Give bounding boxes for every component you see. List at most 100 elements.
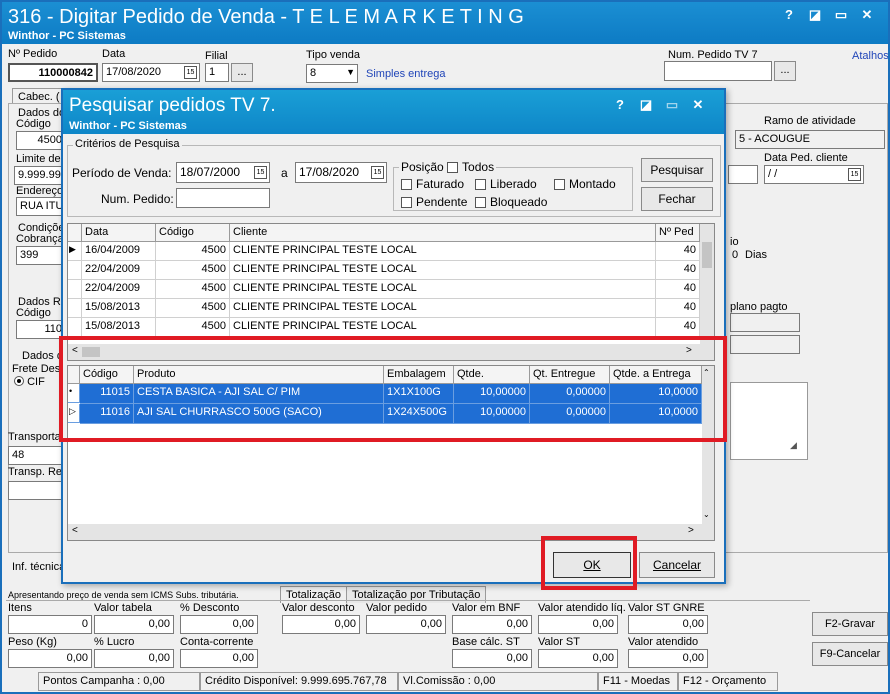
orders-cell[interactable]: 4500 bbox=[156, 299, 230, 318]
orders-cell[interactable]: 22/04/2009 bbox=[82, 261, 156, 280]
total-field[interactable]: 0,00 bbox=[180, 649, 258, 668]
montado-checkbox[interactable] bbox=[554, 179, 565, 190]
total-field[interactable]: 0,00 bbox=[628, 649, 708, 668]
cif-radio[interactable]: CIF bbox=[14, 376, 45, 388]
total-field[interactable]: 0,00 bbox=[452, 615, 532, 634]
help-button[interactable]: ? bbox=[778, 6, 800, 24]
scroll-down-icon[interactable]: ⌄ bbox=[703, 510, 710, 519]
bloqueado-check[interactable]: Bloqueado bbox=[475, 195, 547, 209]
orders-cell[interactable]: 4500 bbox=[156, 318, 230, 337]
dialog-maximize-button[interactable]: ▭ bbox=[661, 96, 683, 114]
posicao-text: Posição bbox=[401, 160, 444, 174]
liberado-check[interactable]: Liberado bbox=[475, 177, 537, 191]
calendar-icon[interactable]: 15 bbox=[254, 166, 267, 179]
todos-checkbox[interactable] bbox=[447, 162, 459, 173]
maximize-button[interactable]: ▭ bbox=[830, 6, 852, 24]
chevron-down-icon[interactable]: ▼ bbox=[346, 67, 355, 77]
total-field[interactable]: 0,00 bbox=[282, 615, 360, 634]
total-field[interactable]: 0,00 bbox=[628, 615, 708, 634]
tab-cabec[interactable]: Cabec. ( bbox=[12, 88, 66, 104]
tv7-search-button[interactable]: ... bbox=[774, 61, 796, 81]
scroll-thumb[interactable] bbox=[702, 242, 712, 268]
orders-cell[interactable]: 40 bbox=[656, 299, 700, 318]
scroll-right-icon[interactable]: > bbox=[688, 525, 694, 536]
pendente-checkbox[interactable] bbox=[401, 197, 412, 208]
filial-field[interactable]: 1 bbox=[205, 63, 229, 82]
orders-col-header[interactable]: Nº Ped bbox=[656, 224, 700, 242]
orders-cell[interactable]: 40 bbox=[656, 280, 700, 299]
orders-cell[interactable]: CLIENTE PRINCIPAL TESTE LOCAL bbox=[230, 299, 656, 318]
calendar-icon[interactable]: 15 bbox=[184, 66, 197, 79]
endereco-field[interactable]: RUA ITUM bbox=[16, 197, 66, 216]
total-field[interactable]: 0,00 bbox=[180, 615, 258, 634]
bloqueado-checkbox[interactable] bbox=[475, 197, 486, 208]
periodo-de-field[interactable]: 18/07/2000 15 bbox=[176, 162, 270, 183]
total-field[interactable]: 0,00 bbox=[8, 649, 92, 668]
orders-cell[interactable]: CLIENTE PRINCIPAL TESTE LOCAL bbox=[230, 242, 656, 261]
orders-cell[interactable]: CLIENTE PRINCIPAL TESTE LOCAL bbox=[230, 280, 656, 299]
fechar-button[interactable]: Fechar bbox=[641, 187, 713, 211]
cobranca-field[interactable]: 399 bbox=[16, 246, 66, 265]
total-field[interactable]: 0,00 bbox=[94, 649, 174, 668]
total-field[interactable]: 0,00 bbox=[538, 615, 618, 634]
ramo-field[interactable]: 5 - ACOUGUE bbox=[735, 130, 885, 149]
num-pedido-tv7-field[interactable] bbox=[664, 61, 772, 81]
main-subtitle: Winthor - PC Sistemas bbox=[8, 30, 126, 42]
close-button[interactable]: ✕ bbox=[856, 6, 878, 24]
orders-cell[interactable]: 4500 bbox=[156, 242, 230, 261]
orders-col-header[interactable]: Código bbox=[156, 224, 230, 242]
pendente-check[interactable]: Pendente bbox=[401, 195, 467, 209]
codigo-field[interactable]: 4500 bbox=[16, 131, 66, 150]
orders-cell[interactable]: 15/08/2013 bbox=[82, 318, 156, 337]
pesquisar-button[interactable]: Pesquisar bbox=[641, 158, 713, 182]
orders-cell[interactable]: 4500 bbox=[156, 261, 230, 280]
orders-col-header[interactable]: Data bbox=[82, 224, 156, 242]
orders-cell[interactable]: CLIENTE PRINCIPAL TESTE LOCAL bbox=[230, 261, 656, 280]
cancelar-main-button[interactable]: F9-Cancelar bbox=[812, 642, 888, 666]
orders-cell[interactable]: 22/04/2009 bbox=[82, 280, 156, 299]
total-field[interactable]: 0,00 bbox=[452, 649, 532, 668]
total-field[interactable]: 0 bbox=[8, 615, 92, 634]
inf-tecnica-tab[interactable]: Inf. técnica bbox=[12, 561, 65, 573]
calendar-icon[interactable]: 15 bbox=[371, 166, 384, 179]
filial-search-button[interactable]: ... bbox=[231, 63, 253, 82]
cancelar-dialog-button[interactable]: Cancelar bbox=[639, 552, 715, 578]
dialog-restore-icon[interactable]: ◪ bbox=[635, 96, 657, 114]
total-field[interactable]: 0,00 bbox=[94, 615, 174, 634]
dialog-close-button[interactable]: ✕ bbox=[687, 96, 709, 114]
gravar-button[interactable]: F2-Gravar bbox=[812, 612, 888, 636]
scroll-left-icon[interactable]: < bbox=[72, 525, 78, 536]
orders-cell[interactable]: CLIENTE PRINCIPAL TESTE LOCAL bbox=[230, 318, 656, 337]
atalhos-link[interactable]: Atalhos bbox=[852, 50, 888, 62]
plano-field-1[interactable] bbox=[730, 313, 800, 332]
restore-icon[interactable]: ◪ bbox=[804, 6, 826, 24]
faturado-check[interactable]: Faturado bbox=[401, 177, 464, 191]
limite-field[interactable]: 9.999.999 bbox=[14, 166, 66, 185]
right-field[interactable] bbox=[728, 165, 758, 184]
liberado-checkbox[interactable] bbox=[475, 179, 486, 190]
orders-cell[interactable]: 40 bbox=[656, 261, 700, 280]
dialog-help-button[interactable]: ? bbox=[609, 96, 631, 114]
orders-cell[interactable]: 15/08/2013 bbox=[82, 299, 156, 318]
transp-re-field[interactable] bbox=[8, 481, 64, 500]
calendar-icon[interactable]: 15 bbox=[848, 168, 861, 181]
data-ped-cliente-field[interactable]: / / 15 bbox=[764, 165, 864, 184]
orders-cell[interactable]: 4500 bbox=[156, 280, 230, 299]
tipo-venda-select[interactable]: 8 ▼ bbox=[306, 64, 358, 83]
orders-cell[interactable]: 16/04/2009 bbox=[82, 242, 156, 261]
periodo-ate-field[interactable]: 17/08/2020 15 bbox=[295, 162, 387, 183]
num-pedido-dlg-field[interactable] bbox=[176, 188, 270, 208]
montado-check[interactable]: Montado bbox=[554, 177, 616, 191]
total-field[interactable]: 0,00 bbox=[366, 615, 446, 634]
plano-field-2[interactable] bbox=[730, 335, 800, 354]
transporta-field[interactable]: 48 bbox=[8, 446, 64, 465]
data-field[interactable]: 17/08/2020 15 bbox=[102, 63, 200, 82]
num-pedido-field[interactable]: 110000842 bbox=[8, 63, 98, 82]
orders-col-header[interactable]: Cliente bbox=[230, 224, 656, 242]
orders-cell[interactable]: 40 bbox=[656, 318, 700, 337]
orders-cell[interactable]: 40 bbox=[656, 242, 700, 261]
faturado-checkbox[interactable] bbox=[401, 179, 412, 190]
total-field[interactable]: 0,00 bbox=[538, 649, 618, 668]
dias-value: 0 bbox=[732, 249, 739, 261]
icms-note: Apresentando preço de venda sem ICMS Sub… bbox=[8, 590, 239, 600]
